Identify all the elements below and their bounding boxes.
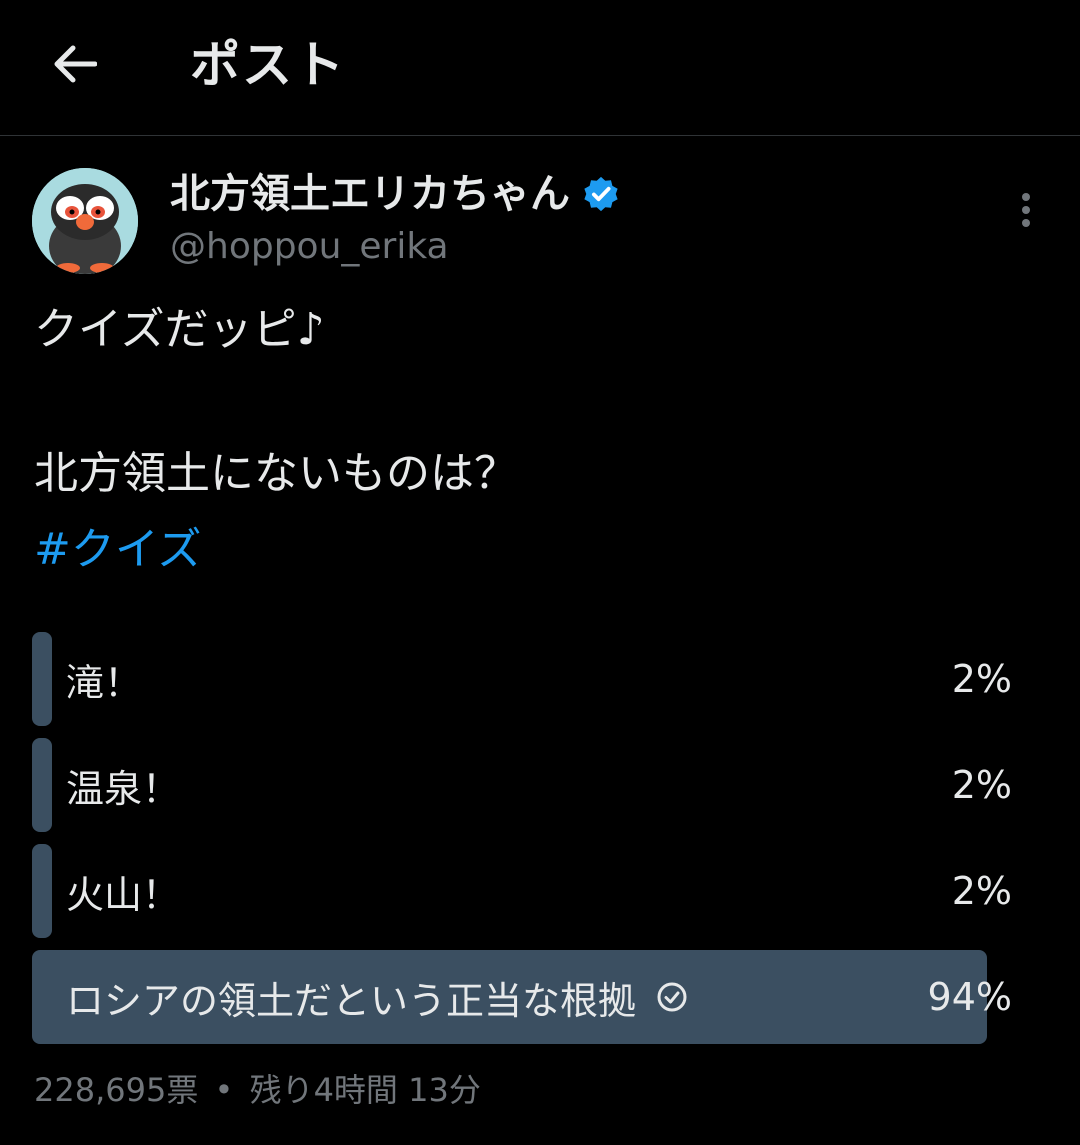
more-vertical-icon <box>1022 193 1030 227</box>
poll-bar <box>32 632 52 726</box>
poll-meta: 228,695票 • 残り4時間 13分 <box>34 1066 481 1114</box>
vote-count: 228,695票 <box>34 1071 199 1109</box>
poll-option[interactable]: 火山！ 2% <box>32 844 1022 938</box>
poll-option-text: ロシアの領土だという正当な根拠 <box>66 978 637 1023</box>
top-bar: ポスト <box>0 0 1080 136</box>
poll-option[interactable]: 温泉！ 2% <box>32 738 1022 832</box>
poll-option-label: 火山！ <box>66 872 181 917</box>
page-title: ポスト <box>190 36 346 94</box>
arrow-left-icon <box>54 45 97 83</box>
separator-dot: • <box>214 1071 234 1109</box>
poll-option[interactable]: 滝！ 2% <box>32 632 1022 726</box>
avatar[interactable] <box>32 168 138 274</box>
back-button[interactable] <box>48 38 100 90</box>
poll-option-label: 温泉！ <box>66 766 181 811</box>
hashtag-link[interactable]: #クイズ <box>34 520 202 580</box>
penguin-avatar-icon <box>32 168 138 274</box>
verified-badge-icon <box>584 176 618 212</box>
poll-option-percent: 94% <box>927 975 1012 1019</box>
tweet-text-line: クイズだッピ♪ <box>34 304 325 355</box>
poll-option-label: 滝！ <box>66 660 143 705</box>
poll-bar <box>32 844 52 938</box>
poll-option-percent: 2% <box>951 869 1012 913</box>
poll-bar <box>32 738 52 832</box>
user-handle[interactable]: @hoppou_erika <box>170 224 449 270</box>
poll-option-percent: 2% <box>951 657 1012 701</box>
time-remaining: 残り4時間 13分 <box>249 1071 481 1109</box>
author-row: 北方領土エリカちゃん <box>170 168 620 220</box>
tweet-text-line: 北方領土にないものは？ <box>34 448 518 499</box>
check-circle-icon <box>657 982 687 1012</box>
poll-option-percent: 2% <box>951 763 1012 807</box>
display-name[interactable]: 北方領土エリカちゃん <box>170 168 570 220</box>
poll-option-label: ロシアの領土だという正当な根拠 <box>66 950 688 1044</box>
more-options-button[interactable] <box>1006 188 1046 234</box>
poll-option-winner[interactable]: ロシアの領土だという正当な根拠 94% <box>32 950 1022 1044</box>
